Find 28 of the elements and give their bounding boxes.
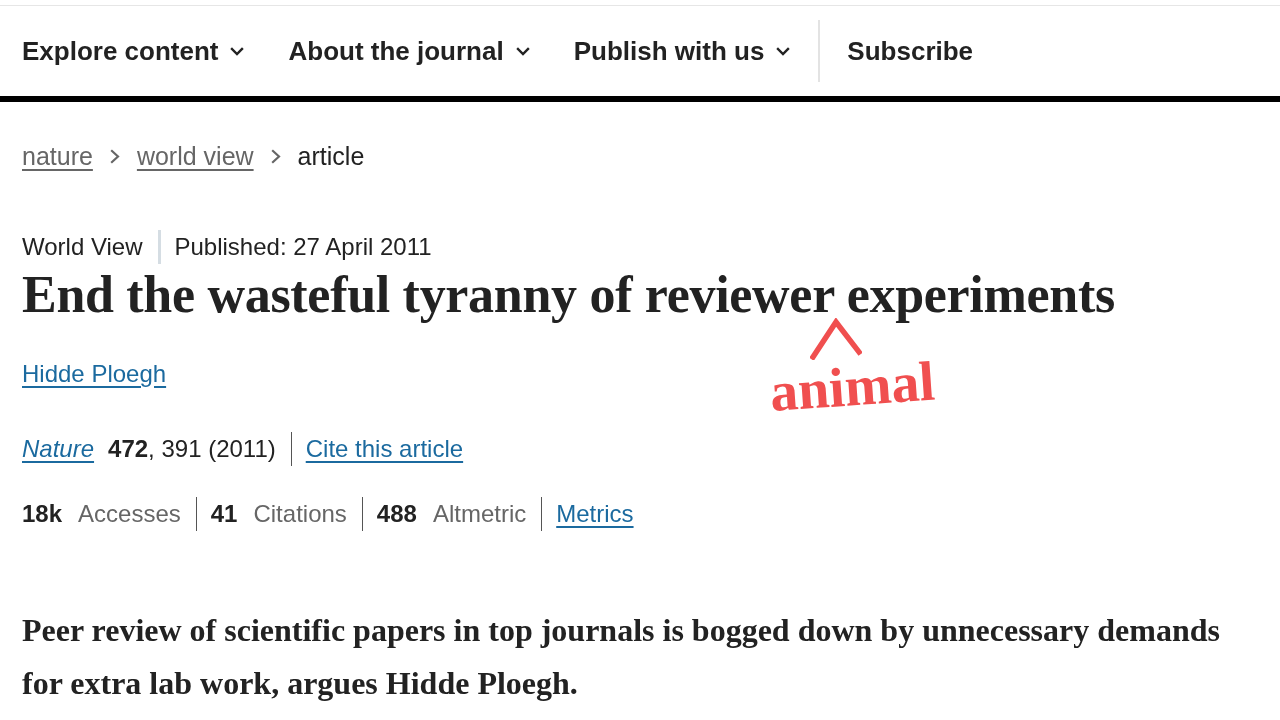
metric-count: 488 [376,500,417,528]
breadcrumb-link[interactable]: world view [136,141,254,171]
metric-name: Accesses [78,500,181,528]
journal-link[interactable]: Nature [22,435,95,463]
chevron-down-icon [515,46,530,56]
chevron-right-icon [109,148,120,164]
article-type: World View [22,233,143,261]
cite-link[interactable]: Cite this article [305,435,464,463]
author-link[interactable]: Hidde Ploegh [22,360,167,388]
chevron-right-icon [270,148,281,164]
breadcrumb-current: article [297,141,365,171]
metric-name: Altmetric [432,500,527,528]
metrics-link[interactable]: Metrics [556,500,634,528]
publish-date: Published: 27 April 2011 [174,233,432,261]
standfirst-text: Peer review of scientific papers in top journals is bogged down by unnecessary demands for extra lab work, argues Hidde Ploegh. [22,611,1221,703]
nav-menu-button[interactable]: Publish with us [573,35,791,67]
nav-menu-button[interactable]: About the journal [288,35,530,67]
citation-text: 472, 391 (2011) [108,435,276,463]
metric-count: 18k [22,500,63,528]
breadcrumb-link[interactable]: nature [22,141,93,171]
metric-count: 41 [210,500,238,528]
metric-name: Citations [253,500,347,528]
annotation-text: animal [768,352,937,420]
chevron-down-icon [230,46,245,56]
nav-link[interactable]: Subscribe [847,35,974,67]
chevron-down-icon [776,46,791,56]
nav-menu-button[interactable]: Explore content [22,35,245,67]
article-title: End the wasteful tyranny of reviewer experiments [22,265,1116,325]
